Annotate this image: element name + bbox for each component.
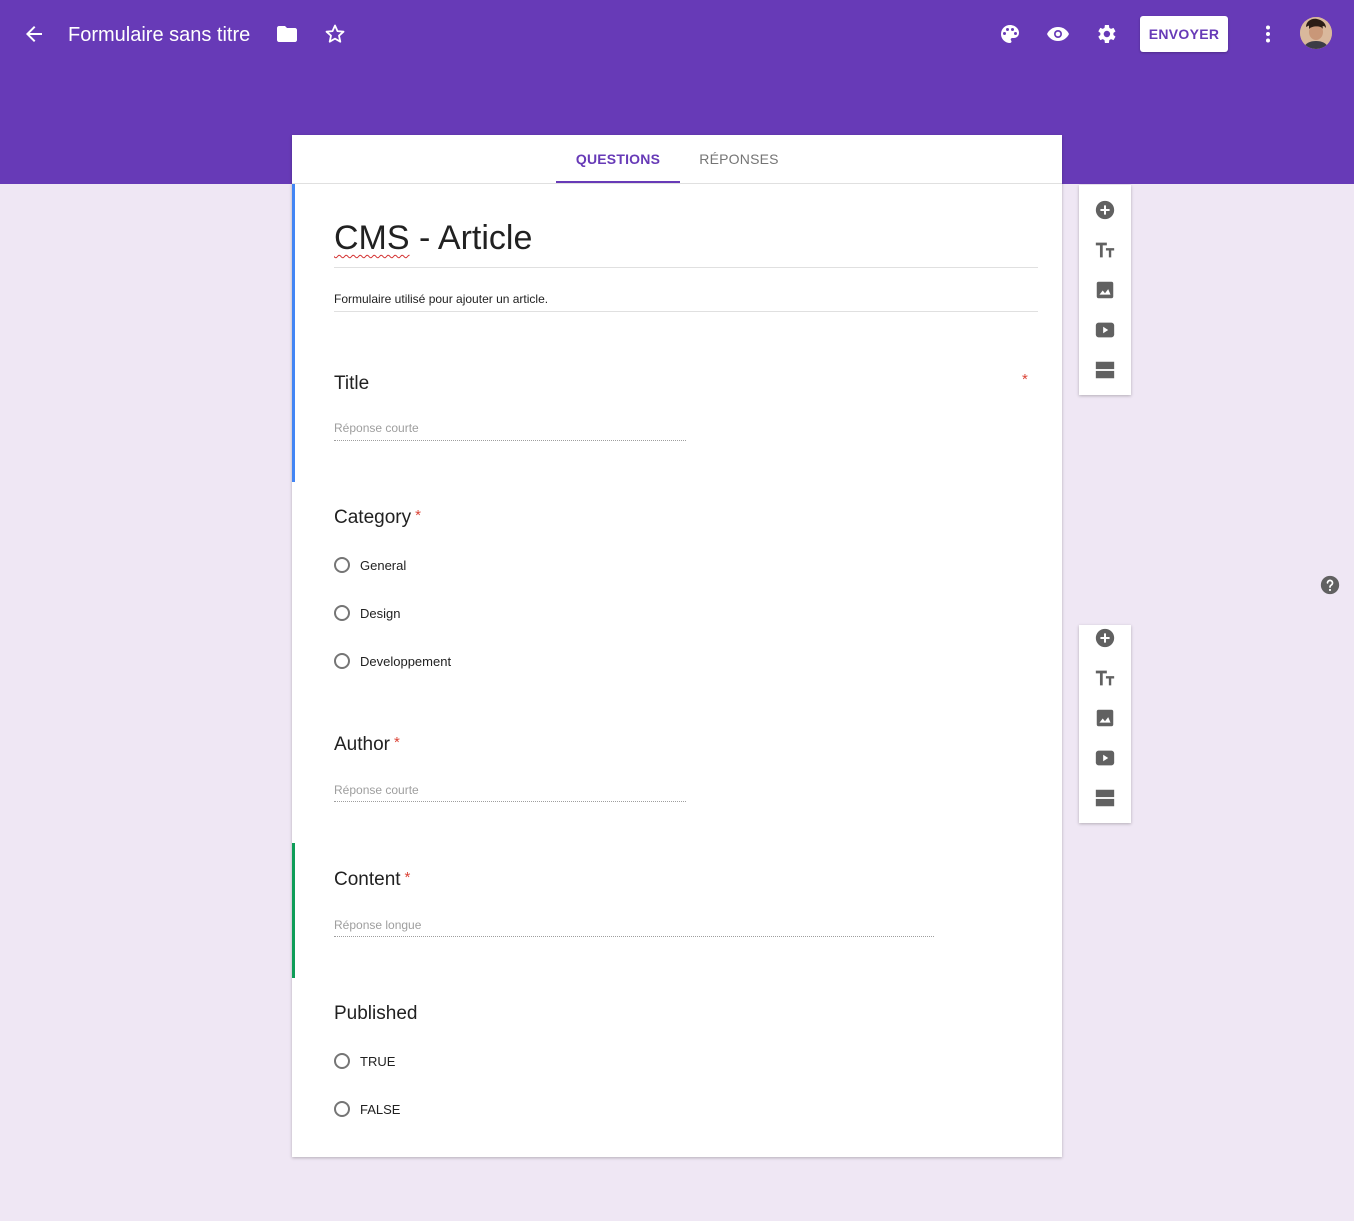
answer-line bbox=[334, 440, 686, 441]
radio-option-developpement[interactable]: Developpement bbox=[334, 651, 451, 671]
title-text-icon[interactable] bbox=[1093, 238, 1117, 262]
option-label: General bbox=[360, 557, 407, 573]
radio-option-false[interactable]: FALSE bbox=[334, 1099, 400, 1119]
send-button[interactable]: ENVOYER bbox=[1140, 16, 1228, 52]
radio-button[interactable] bbox=[334, 1053, 350, 1069]
video-icon[interactable] bbox=[1093, 318, 1117, 342]
option-label: TRUE bbox=[360, 1053, 396, 1069]
arrow-back-icon[interactable] bbox=[22, 22, 46, 46]
star-icon[interactable] bbox=[323, 22, 347, 46]
option-label: Design bbox=[360, 605, 401, 621]
answer-line bbox=[334, 936, 934, 937]
option-label: FALSE bbox=[360, 1101, 401, 1117]
section-indicator bbox=[292, 184, 295, 482]
question-title-title[interactable]: Title bbox=[334, 373, 369, 395]
short-answer-placeholder: Réponse courte bbox=[334, 783, 419, 797]
radio-option-true[interactable]: TRUE bbox=[334, 1051, 395, 1071]
question-label: Category bbox=[334, 507, 412, 528]
question-label: Content bbox=[334, 869, 401, 890]
radio-option-general[interactable]: General bbox=[334, 555, 406, 575]
question-title-published[interactable]: Published bbox=[334, 1003, 417, 1025]
required-asterisk: * bbox=[404, 869, 411, 886]
question-title-author[interactable]: Author * bbox=[334, 734, 400, 756]
title-text-icon[interactable] bbox=[1093, 666, 1117, 690]
radio-button[interactable] bbox=[334, 605, 350, 621]
tab-bar: QUESTIONS RÉPONSES bbox=[292, 135, 1062, 184]
form-title[interactable]: CMS - Article bbox=[334, 217, 532, 259]
option-label: Developpement bbox=[360, 653, 452, 669]
palette-icon[interactable] bbox=[998, 22, 1022, 46]
required-asterisk: * bbox=[415, 507, 421, 524]
add-question-icon[interactable] bbox=[1093, 626, 1117, 650]
folder-icon[interactable] bbox=[275, 22, 299, 46]
video-icon[interactable] bbox=[1093, 746, 1117, 770]
section-icon[interactable] bbox=[1093, 358, 1117, 382]
tab-questions[interactable]: QUESTIONS bbox=[556, 135, 680, 183]
long-answer-placeholder: Réponse longue bbox=[334, 918, 422, 932]
eye-icon[interactable] bbox=[1046, 22, 1070, 46]
title-underline bbox=[334, 267, 1038, 268]
radio-button[interactable] bbox=[334, 557, 350, 573]
form-card: QUESTIONS RÉPONSES CMS - Article Formula… bbox=[292, 135, 1062, 1157]
radio-button[interactable] bbox=[334, 1101, 350, 1117]
gear-icon[interactable] bbox=[1094, 22, 1118, 46]
image-icon[interactable] bbox=[1093, 706, 1117, 730]
required-asterisk: * bbox=[1022, 371, 1028, 388]
short-answer-placeholder: Réponse courte bbox=[334, 421, 419, 435]
tab-responses[interactable]: RÉPONSES bbox=[682, 135, 796, 183]
form-title-word: CMS bbox=[334, 219, 410, 257]
description-underline bbox=[334, 311, 1038, 312]
question-toolbar-secondary bbox=[1079, 625, 1131, 823]
form-title-header[interactable]: Formulaire sans titre bbox=[68, 22, 250, 48]
question-title-content[interactable]: Content * bbox=[334, 869, 410, 891]
form-title-rest: - Article bbox=[409, 219, 533, 257]
more-vert-icon[interactable] bbox=[1256, 22, 1280, 46]
radio-button[interactable] bbox=[334, 653, 350, 669]
required-asterisk: * bbox=[393, 734, 400, 751]
question-label: Author bbox=[334, 734, 390, 755]
help-icon[interactable] bbox=[1320, 575, 1340, 595]
question-title-category[interactable]: Category * bbox=[334, 507, 421, 529]
image-icon[interactable] bbox=[1093, 278, 1117, 302]
avatar[interactable] bbox=[1300, 17, 1332, 49]
section-icon[interactable] bbox=[1093, 786, 1117, 810]
answer-line bbox=[334, 801, 686, 802]
form-description[interactable]: Formulaire utilisé pour ajouter un artic… bbox=[334, 292, 548, 306]
add-question-icon[interactable] bbox=[1093, 198, 1117, 222]
question-toolbar bbox=[1079, 185, 1131, 395]
active-question-indicator bbox=[292, 843, 295, 978]
radio-option-design[interactable]: Design bbox=[334, 603, 400, 623]
